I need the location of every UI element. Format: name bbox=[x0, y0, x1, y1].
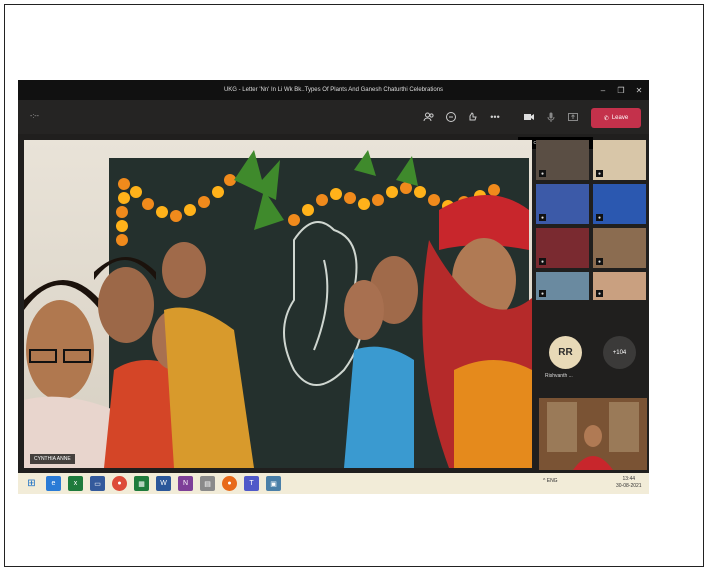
title-bar: UKG - Letter 'Nn' In Li Wk Bk..Types Of … bbox=[18, 80, 649, 100]
mic-off-icon: ● bbox=[596, 214, 603, 221]
mic-off-icon: ● bbox=[539, 290, 546, 297]
participant-name: Rishvanth ... bbox=[545, 373, 573, 379]
leave-button[interactable]: ✆ Leave bbox=[591, 108, 641, 128]
participant-tile[interactable]: ● bbox=[593, 184, 646, 224]
participant-tile[interactable]: ● bbox=[593, 140, 646, 180]
participant-tile[interactable]: ● bbox=[593, 272, 646, 300]
phone-icon: ✆ bbox=[603, 115, 609, 122]
meeting-timer: -:-- bbox=[30, 113, 39, 120]
camera-icon[interactable] bbox=[520, 108, 538, 126]
computer-icon[interactable]: ▭ bbox=[90, 476, 105, 491]
mic-off-icon: ● bbox=[596, 170, 603, 177]
windows-taskbar: ⊞ e x ▭ ● ▦ W N ▤ ● T ▣ ^ ENG 13:44 30-0… bbox=[18, 473, 649, 494]
more-options-icon[interactable]: ••• bbox=[486, 108, 504, 126]
participant-tile[interactable]: ● bbox=[536, 140, 589, 180]
close-button[interactable]: ✕ bbox=[630, 80, 648, 100]
meeting-toolbar: -:-- ••• ✆ Leave bbox=[18, 100, 649, 134]
window-title: UKG - Letter 'Nn' In Li Wk Bk..Types Of … bbox=[223, 87, 444, 93]
spreadsheet-icon[interactable]: ▦ bbox=[134, 476, 149, 491]
leave-label: Leave bbox=[611, 115, 629, 121]
more-participants-button[interactable]: +104 bbox=[603, 336, 636, 369]
microphone-icon[interactable] bbox=[542, 108, 560, 126]
main-video-name: CYNTHIA ANNE bbox=[30, 454, 75, 464]
firefox-icon[interactable]: ● bbox=[222, 476, 237, 491]
mic-off-icon: ● bbox=[539, 258, 546, 265]
participant-tile[interactable]: ● bbox=[536, 184, 589, 224]
minimize-button[interactable]: – bbox=[594, 80, 612, 100]
chat-icon[interactable] bbox=[442, 108, 460, 126]
mic-off-icon: ● bbox=[596, 258, 603, 265]
main-video-scene bbox=[24, 150, 532, 468]
participant-tile[interactable]: ● bbox=[536, 272, 589, 300]
taskbar-clock[interactable]: 13:44 30-08-2021 bbox=[616, 476, 642, 490]
teams-icon[interactable]: T bbox=[244, 476, 259, 491]
clock-time: 13:44 bbox=[622, 476, 636, 482]
mic-off-icon: ● bbox=[539, 170, 546, 177]
participant-grid: ● ● ● ● ● ● ● ● bbox=[536, 140, 648, 300]
self-video-scene bbox=[539, 398, 647, 470]
edge-icon[interactable]: e bbox=[46, 476, 61, 491]
participant-tile[interactable]: ● bbox=[593, 228, 646, 268]
explorer-icon[interactable]: ▤ bbox=[200, 476, 215, 491]
avatar[interactable]: RR bbox=[549, 336, 582, 369]
main-video: CYNTHIA ANNE bbox=[24, 140, 532, 468]
restore-button[interactable]: ❐ bbox=[612, 80, 630, 100]
mic-off-icon: ● bbox=[596, 290, 603, 297]
system-tray[interactable]: ^ ENG bbox=[543, 478, 558, 484]
participant-tile[interactable]: ● bbox=[536, 228, 589, 268]
windows-start-icon[interactable]: ⊞ bbox=[24, 476, 39, 491]
reactions-icon[interactable] bbox=[464, 108, 482, 126]
word-icon[interactable]: W bbox=[156, 476, 171, 491]
teams-window: UKG - Letter 'Nn' In Li Wk Bk..Types Of … bbox=[18, 80, 649, 494]
participants-icon[interactable] bbox=[420, 108, 438, 126]
chrome-icon[interactable]: ● bbox=[112, 476, 127, 491]
onenote-icon[interactable]: N bbox=[178, 476, 193, 491]
excel-icon[interactable]: x bbox=[68, 476, 83, 491]
share-screen-icon[interactable] bbox=[564, 108, 582, 126]
self-video bbox=[539, 398, 647, 470]
clock-date: 30-08-2021 bbox=[616, 483, 642, 489]
mic-off-icon: ● bbox=[539, 214, 546, 221]
photos-icon[interactable]: ▣ bbox=[266, 476, 281, 491]
